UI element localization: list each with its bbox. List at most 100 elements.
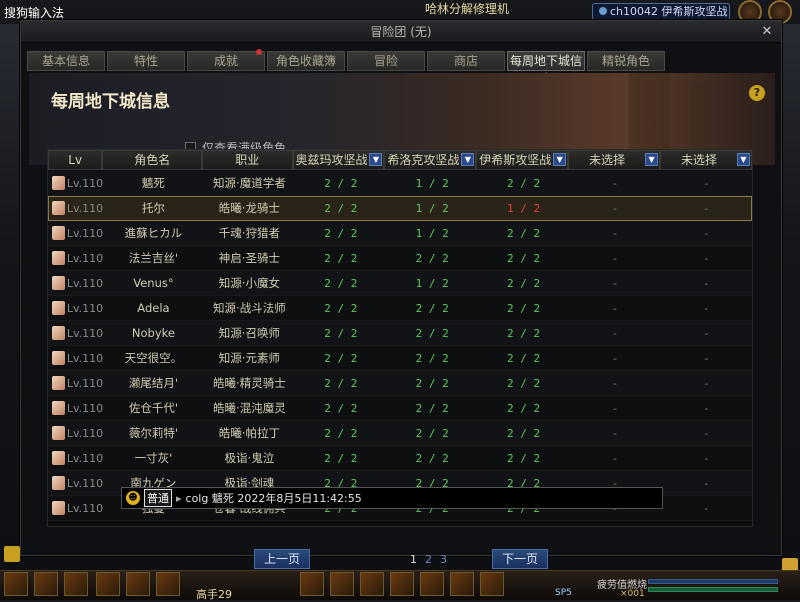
table-row[interactable]: Lv.110 薇尔莉特' 皓曦·帕拉丁 2 / 2 2 / 2 2 / 2 - - (48, 421, 752, 446)
table-row[interactable]: Lv.110 天空很空。 知源·元素师 2 / 2 2 / 2 2 / 2 - - (48, 346, 752, 371)
skill-slot-icon[interactable] (300, 572, 324, 596)
tab-1[interactable]: 特性 (107, 51, 185, 71)
cell-dungeon-5: - (703, 501, 710, 515)
avatar (52, 376, 65, 390)
cell-job: 知源·小魔女 (218, 276, 280, 290)
ime-indicator[interactable]: 搜狗输入法 (4, 4, 64, 21)
cell-dungeon-2: 2 / 2 (415, 351, 449, 365)
prev-page-button[interactable]: 上一页 (254, 549, 310, 569)
exp-bar (648, 587, 778, 592)
skill-slot-icon[interactable] (126, 572, 150, 596)
table-body: Lv.110 魑死 知源·魔道学者 2 / 2 1 / 2 2 / 2 - - Lv.110 托尔… (48, 171, 752, 521)
help-icon[interactable]: ? (749, 85, 765, 101)
col-dungeon-3[interactable]: 伊希斯攻坚战 ▼ (476, 150, 569, 170)
cell-level: Lv.110 (48, 326, 103, 340)
tab-7[interactable]: 精锐角色 (587, 51, 665, 71)
cell-job: 皓曦·精灵骑士 (213, 376, 286, 390)
avatar (52, 326, 65, 340)
cell-dungeon-2: 2 / 2 (415, 401, 449, 415)
table-row[interactable]: Lv.110 Adela 知源·战斗法师 2 / 2 2 / 2 2 / 2 - - (48, 296, 752, 321)
tab-5[interactable]: 商店 (427, 51, 505, 71)
skill-slot-icon[interactable] (4, 572, 28, 596)
skill-slot-icon[interactable] (64, 572, 88, 596)
cell-dungeon-4: - (611, 301, 619, 315)
page-number-2[interactable]: 2 (425, 553, 432, 566)
tab-4[interactable]: 冒险 (347, 51, 425, 71)
table-row[interactable]: Lv.110 佐仓千代' 皓曦·混沌魔灵 2 / 2 2 / 2 2 / 2 - - (48, 396, 752, 421)
skill-slot-icon[interactable] (450, 572, 474, 596)
dropdown-arrow-icon[interactable]: ▼ (553, 153, 567, 166)
cell-job: 皓曦·混沌魔灵 (213, 401, 286, 415)
dropdown-arrow-icon[interactable]: ▼ (736, 153, 750, 166)
left-corner-icon[interactable] (4, 546, 20, 562)
pagination: 上一页 123 下一页 (21, 549, 781, 571)
adventure-team-window: 冒险团 (无) ✕ 基本信息特性成就角色收藏簿冒险商店每周地下城信息精锐角色 每… (20, 20, 782, 569)
cell-job: 知源·召唤师 (218, 326, 280, 340)
skill-slot-icon[interactable] (360, 572, 384, 596)
tab-0[interactable]: 基本信息 (27, 51, 105, 71)
table-row[interactable]: Lv.110 進蘇ヒカル 千魂·狩猎者 2 / 2 1 / 2 2 / 2 - - (48, 221, 752, 246)
col-lv: Lv (48, 150, 103, 170)
skill-slot-icon[interactable] (156, 572, 180, 596)
table-row[interactable]: Lv.110 一寸灰' 极诣·鬼泣 2 / 2 2 / 2 2 / 2 - - (48, 446, 752, 471)
cell-dungeon-3: 2 / 2 (506, 451, 541, 465)
table-row[interactable]: Lv.110 濑尾结月' 皓曦·精灵骑士 2 / 2 2 / 2 2 / 2 - - (48, 371, 752, 396)
dropdown-arrow-icon[interactable]: ▼ (369, 153, 383, 166)
cell-dungeon-2: 2 / 2 (415, 251, 449, 265)
tab-3[interactable]: 角色收藏簿 (267, 51, 345, 71)
cell-job: 知源·战斗法师 (213, 301, 286, 315)
cell-dungeon-4: - (611, 276, 619, 290)
avatar (52, 276, 65, 290)
avatar (52, 226, 65, 240)
cell-dungeon-3: 1 / 2 (506, 201, 541, 215)
table-row[interactable]: Lv.110 魑死 知源·魔道学者 2 / 2 1 / 2 2 / 2 - - (48, 171, 752, 196)
skill-slot-icon[interactable] (420, 572, 444, 596)
next-page-button[interactable]: 下一页 (492, 549, 548, 569)
cell-name: 天空很空。 (124, 351, 183, 365)
cell-level: Lv.110 (48, 501, 103, 515)
tooltip-arrow-icon: ▸ (176, 491, 182, 505)
cell-name: Venus° (133, 276, 174, 290)
table-header: Lv 角色名 职业 奥兹玛攻坚战 ▼ 希洛克攻坚战 ▼ 伊希斯攻坚战 ▼ 未选择 ▼ 未… (48, 150, 752, 170)
table-row[interactable]: Lv.110 法兰吉丝' 神启·圣骑士 2 / 2 2 / 2 2 / 2 - - (48, 246, 752, 271)
cell-name: 薇尔莉特' (128, 426, 179, 440)
skill-slot-icon[interactable] (480, 572, 504, 596)
cell-dungeon-1: 2 / 2 (324, 451, 358, 465)
cell-name: 進蘇ヒカル (124, 226, 183, 240)
cell-dungeon-1: 2 / 2 (324, 251, 358, 265)
window-titlebar[interactable]: 冒险团 (无) ✕ (21, 21, 781, 43)
cell-dungeon-5: - (703, 451, 710, 465)
cell-dungeon-3: 2 / 2 (506, 351, 541, 365)
dropdown-arrow-icon[interactable]: ▼ (645, 153, 659, 166)
table-row[interactable]: Lv.110 Venus° 知源·小魔女 2 / 2 1 / 2 2 / 2 - - (48, 271, 752, 296)
cell-dungeon-5: - (703, 426, 710, 440)
cell-dungeon-3: 2 / 2 (506, 426, 541, 440)
col-dungeon-2[interactable]: 希洛克攻坚战 ▼ (384, 150, 477, 170)
cell-dungeon-1: 2 / 2 (324, 176, 358, 190)
page-numbers: 123 (410, 553, 447, 566)
skill-slot-icon[interactable] (390, 572, 414, 596)
col-dungeon-4[interactable]: 未选择 ▼ (568, 150, 661, 170)
tab-2[interactable]: 成就 (187, 49, 265, 71)
tab-6[interactable]: 每周地下城信息 (507, 51, 585, 86)
table-row[interactable]: Lv.110 托尔 皓曦·龙骑士 2 / 2 1 / 2 1 / 2 - - (48, 196, 752, 221)
table-row[interactable]: Lv.110 Nobyke 知源·召唤师 2 / 2 2 / 2 2 / 2 - - (48, 321, 752, 346)
cell-dungeon-3: 2 / 2 (506, 276, 541, 290)
page-number-1[interactable]: 1 (410, 553, 417, 566)
page-number-3[interactable]: 3 (440, 553, 447, 566)
col-dungeon-1[interactable]: 奥兹玛攻坚战 ▼ (292, 150, 385, 170)
channel-badge[interactable]: ch10042 伊希斯攻坚战 (592, 3, 730, 21)
item-count: ×001 (620, 589, 645, 599)
skill-slot-icon[interactable] (96, 572, 120, 596)
skill-slot-icon[interactable] (330, 572, 354, 596)
skill-slot-icon[interactable] (34, 572, 58, 596)
cell-dungeon-5: - (703, 201, 710, 215)
cell-dungeon-1: 2 / 2 (324, 276, 358, 290)
col-dungeon-5[interactable]: 未选择 ▼ (660, 150, 752, 170)
dropdown-arrow-icon[interactable]: ▼ (461, 153, 475, 166)
close-button[interactable]: ✕ (759, 24, 775, 40)
chat-channel-badge: 普通 (144, 489, 172, 507)
fatigue-bar (648, 579, 778, 584)
cell-dungeon-3: 2 / 2 (506, 251, 541, 265)
cell-job: 皓曦·龙骑士 (218, 201, 280, 215)
